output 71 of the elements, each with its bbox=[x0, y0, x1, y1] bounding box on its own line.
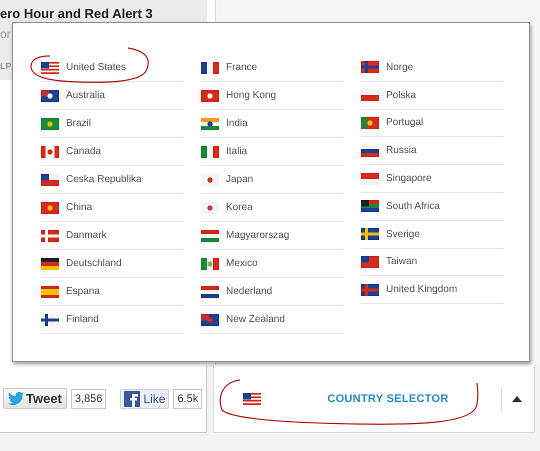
country-link[interactable]: United Kingdom bbox=[386, 284, 458, 296]
caret-icon[interactable] bbox=[512, 396, 522, 402]
country-link[interactable]: Sverige bbox=[386, 228, 420, 240]
country-link[interactable]: United States bbox=[66, 62, 126, 73]
country-link[interactable]: Espana bbox=[66, 286, 100, 297]
flag-icon bbox=[41, 258, 59, 270]
country-link[interactable]: China bbox=[66, 202, 92, 213]
article-subtitle: or bbox=[0, 27, 11, 41]
country-link[interactable]: Norge bbox=[386, 62, 414, 73]
flag-icon bbox=[201, 314, 219, 326]
flag-icon bbox=[361, 172, 379, 185]
article-title: ero Hour and Red Alert 3 bbox=[0, 6, 153, 21]
country-link[interactable]: Portugal bbox=[386, 117, 424, 128]
bird-icon bbox=[8, 392, 24, 405]
flag-icon bbox=[201, 146, 219, 158]
flag-icon bbox=[201, 118, 219, 130]
flag-icon bbox=[361, 284, 379, 296]
country-link[interactable]: New Zealand bbox=[226, 314, 285, 325]
country-link[interactable]: France bbox=[226, 62, 258, 73]
country-link[interactable]: Magyarorszag bbox=[226, 230, 290, 241]
country-link[interactable]: Hong Kong bbox=[226, 90, 276, 101]
flag-icon bbox=[361, 200, 379, 212]
tweet-button[interactable]: Tweet bbox=[3, 388, 67, 409]
country-link[interactable]: Mexico bbox=[226, 258, 258, 269]
country-link[interactable]: Deutschland bbox=[66, 258, 122, 269]
country-link[interactable]: Ceska Republika bbox=[66, 174, 142, 185]
country-link[interactable]: Nederland bbox=[226, 286, 272, 297]
country-link[interactable]: Brazil bbox=[66, 118, 92, 129]
country-link[interactable]: Danmark bbox=[66, 230, 107, 241]
tweet-count: 3,856 bbox=[70, 388, 106, 408]
flag-icon bbox=[361, 61, 379, 74]
country-link[interactable]: Finland bbox=[66, 314, 99, 325]
country-link[interactable]: Canada bbox=[66, 146, 102, 157]
flag-icon bbox=[361, 144, 379, 157]
flag-icon bbox=[201, 258, 219, 270]
facebook-icon bbox=[124, 390, 140, 406]
country-link[interactable]: Korea bbox=[226, 202, 253, 213]
flag-icon bbox=[201, 202, 219, 214]
flag-icon bbox=[41, 118, 59, 130]
country-link[interactable]: India bbox=[226, 118, 248, 129]
like-count: 6.5k bbox=[173, 388, 202, 408]
flag-icon bbox=[361, 228, 379, 240]
flag-icon bbox=[201, 174, 219, 186]
country-selector[interactable]: COUNTRY SELECTOR bbox=[213, 365, 535, 433]
flag-icon bbox=[201, 230, 219, 242]
country-selector-label: COUNTRY SELECTOR bbox=[326, 392, 450, 404]
country-link[interactable]: Taiwan bbox=[386, 256, 418, 268]
flag-icon bbox=[361, 256, 379, 268]
flag-icon bbox=[41, 146, 59, 158]
flag-icon bbox=[201, 286, 219, 298]
country-link[interactable]: Japan bbox=[226, 174, 254, 185]
country-link[interactable]: South Africa bbox=[386, 200, 440, 212]
flag-icon bbox=[41, 286, 59, 298]
flag-icon bbox=[243, 392, 261, 404]
flag-icon bbox=[361, 89, 379, 102]
flag-icon bbox=[41, 174, 59, 186]
country-link[interactable]: Italia bbox=[226, 146, 248, 157]
like-button[interactable]: Like bbox=[120, 388, 170, 408]
country-link[interactable]: Polska bbox=[386, 90, 416, 101]
country-link[interactable]: Singapore bbox=[386, 173, 432, 184]
flag-icon bbox=[41, 314, 59, 326]
flag-icon bbox=[201, 62, 219, 74]
country-link[interactable]: Russia bbox=[386, 145, 417, 156]
article-label: LP bbox=[0, 61, 12, 71]
flag-icon bbox=[361, 116, 379, 129]
flag-icon bbox=[41, 230, 59, 242]
flag-icon bbox=[201, 90, 219, 102]
flag-icon bbox=[41, 62, 59, 74]
flag-icon bbox=[41, 90, 59, 102]
country-link[interactable]: Australia bbox=[66, 90, 105, 101]
flag-icon bbox=[41, 202, 59, 214]
